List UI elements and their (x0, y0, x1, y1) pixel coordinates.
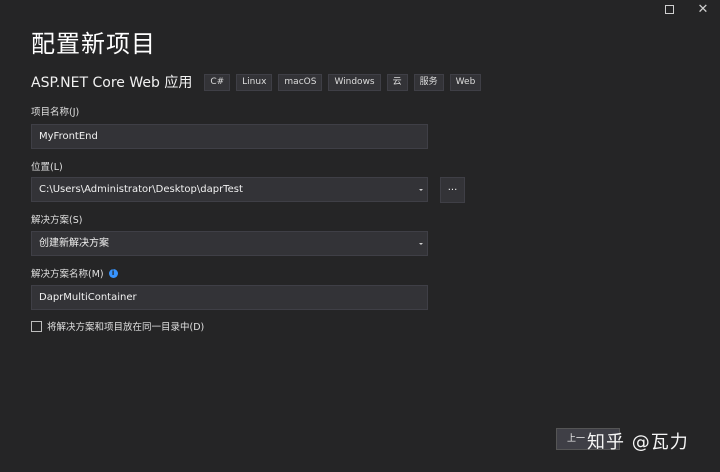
tag-linux: Linux (236, 73, 273, 91)
template-header: ASP.NET Core Web 应用 C# Linux macOS Windo… (31, 72, 482, 92)
tag-csharp: C# (204, 73, 231, 91)
tag-service: 服务 (413, 73, 444, 91)
window-controls: ✕ (652, 0, 720, 18)
chevron-down-icon (419, 243, 423, 245)
same-directory-option[interactable]: 将解决方案和项目放在同一目录中(D) (31, 319, 204, 333)
project-name-label: 项目名称(J) (31, 107, 80, 118)
tag-cloud: 云 (386, 73, 408, 91)
solution-name-input[interactable] (31, 285, 428, 310)
template-name: ASP.NET Core Web 应用 (31, 75, 193, 91)
location-dropdown[interactable]: C:\Users\Administrator\Desktop\daprTest (31, 177, 428, 202)
location-value: C:\Users\Administrator\Desktop\daprTest (39, 184, 243, 195)
close-icon: ✕ (697, 1, 709, 17)
solution-name-label-row: 解决方案名称(M) i (31, 266, 118, 280)
browse-button[interactable]: ... (440, 177, 465, 203)
chevron-down-icon (419, 189, 423, 191)
solution-name-label: 解决方案名称(M) (31, 269, 104, 280)
tag-web: Web (449, 73, 482, 91)
template-tags: C# Linux macOS Windows 云 服务 Web (204, 73, 482, 91)
maximize-button[interactable] (652, 0, 686, 18)
solution-label: 解决方案(S) (31, 215, 83, 226)
page-title: 配置新项目 (31, 30, 156, 58)
tag-windows: Windows (328, 73, 381, 91)
same-directory-label: 将解决方案和项目放在同一目录中(D) (47, 322, 205, 333)
close-button[interactable]: ✕ (686, 0, 720, 18)
solution-dropdown[interactable]: 创建新解决方案 (31, 231, 428, 256)
location-label: 位置(L) (31, 162, 63, 173)
maximize-icon (664, 4, 674, 14)
info-icon[interactable]: i (108, 268, 118, 278)
tag-macos: macOS (278, 73, 323, 91)
watermark: 知乎 @瓦力 (587, 432, 689, 453)
solution-value: 创建新解决方案 (39, 238, 109, 249)
project-name-input[interactable] (31, 124, 428, 149)
same-directory-checkbox[interactable] (31, 320, 42, 332)
